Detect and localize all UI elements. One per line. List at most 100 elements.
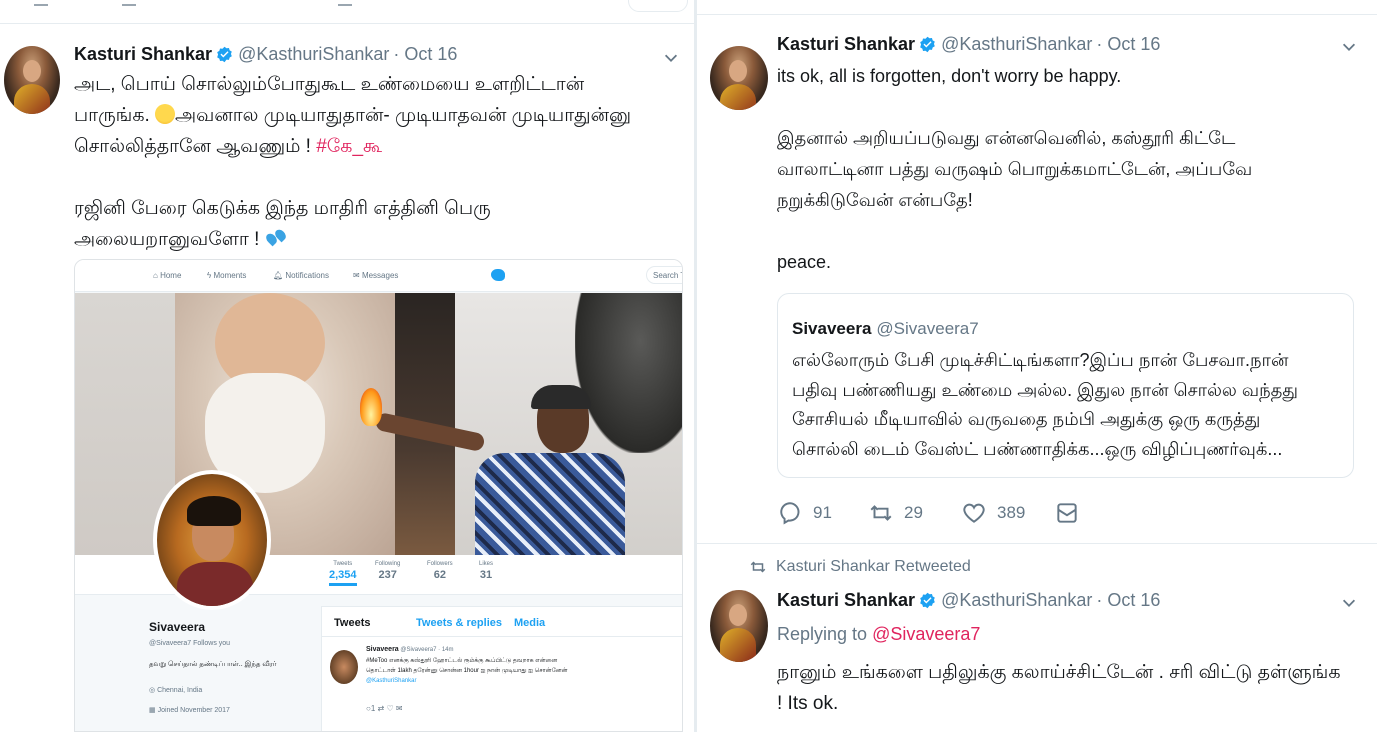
quoted-tweet-header: Sivaveera @Sivaveera7 <box>792 319 979 339</box>
author-name[interactable]: Kasturi Shankar <box>777 590 915 611</box>
quoted-author-handle: @Sivaveera7 <box>876 319 979 338</box>
verified-badge-icon <box>217 46 232 63</box>
embedded-feed: Tweets Tweets & replies Media Sivaveera … <box>321 606 682 731</box>
quoted-line: சொல்லி டைம் வேஸ்ட் பண்ணாதிக்க...ஒரு விழி… <box>792 438 1283 459</box>
author-name[interactable]: Kasturi Shankar <box>74 44 212 65</box>
replying-to: Replying to @Sivaveera7 <box>777 624 980 645</box>
embedded-tab-tweets: Tweets <box>334 617 371 629</box>
embedded-feed-actions: ○1 ⇄ ♡ ✉ <box>366 704 403 713</box>
top-bar-fragment <box>0 0 694 24</box>
tweet-text-fragment: அவனால முடியாதுதான்- முடியாதவன் முடியாதுன… <box>175 105 632 126</box>
tweet-line: peace. <box>777 252 832 272</box>
twitter-bird-icon <box>491 269 505 281</box>
tweet-line: ரஜினி பேரை கெடுக்க இந்த மாதிரி எத்தினி ப… <box>74 198 491 219</box>
retweet-count: 29 <box>904 503 923 522</box>
stat-followers: Followers 62 <box>427 561 453 581</box>
tweet-line: இதனால் அறியப்படுவது என்னவெனில், கஸ்தூரி … <box>777 128 1236 148</box>
tweet-line: its ok, all is forgotten, don't worry be… <box>777 66 1122 86</box>
tweet-line: சொல்லித்தானே ஆவணும் ! #கே_கூ <box>74 131 631 162</box>
embedded-nav-messages: ✉ Messages <box>353 271 399 280</box>
embedded-profile-avatar <box>153 470 271 610</box>
embedded-feed-tabs: Tweets Tweets & replies Media <box>322 607 682 637</box>
hashtag-link[interactable]: #கே_கூ <box>316 136 382 157</box>
follows-you-label: Follows you <box>193 640 231 647</box>
tweet-date[interactable]: · Oct 16 <box>1096 34 1160 55</box>
avatar[interactable] <box>710 46 768 110</box>
embedded-search-box: Search Tw <box>646 266 682 284</box>
retweeted-by-label[interactable]: Kasturi Shankar Retweeted <box>776 558 971 576</box>
tweet-line: அட, பொய் சொல்லும்போதுகூட உண்மையை உளறிட்ட… <box>74 74 585 95</box>
grinning-sweat-emoji-icon <box>155 104 176 124</box>
author-name[interactable]: Kasturi Shankar <box>777 34 915 55</box>
like-button[interactable]: 389 <box>961 500 1025 526</box>
reply-button[interactable]: 91 <box>777 500 832 526</box>
chevron-down-icon[interactable] <box>662 49 680 67</box>
verified-badge-icon <box>920 36 935 53</box>
embedded-feed-avatar <box>330 650 358 684</box>
tweet-text-fragment: அலையறானுவளோ ! <box>74 229 265 250</box>
embedded-nav-bar: ⌂ Home ϟ Moments 🔔︎ Notifications ✉ Mess… <box>75 260 682 292</box>
quoted-line: எல்லோரும் பேசி முடிச்சிட்டிங்களா?இப்ப நா… <box>792 350 1289 370</box>
retweet-icon <box>750 561 766 573</box>
sweat-droplets-emoji-icon <box>265 228 287 248</box>
tweet-body: நானும் உங்களை பதிலுக்கு கலாய்ச்சிட்டேன் … <box>777 657 1340 719</box>
home-icon[interactable] <box>34 0 48 6</box>
chevron-down-icon[interactable] <box>1340 594 1358 612</box>
stat-likes: Likes 31 <box>479 561 494 581</box>
embedded-feed-mention: @KasthuriShankar <box>366 678 417 684</box>
tweet-body: its ok, all is forgotten, don't worry be… <box>777 61 1252 278</box>
chevron-down-icon[interactable] <box>1340 38 1358 56</box>
embedded-profile-name: Sivaveera <box>149 620 206 634</box>
quoted-tweet-body: எல்லோரும் பேசி முடிச்சிட்டிங்களா?இப்ப நா… <box>792 346 1298 464</box>
search-input[interactable] <box>628 0 688 12</box>
tweet-line: அலையறானுவளோ ! <box>74 224 631 255</box>
envelope-icon <box>1057 503 1077 523</box>
right-tweet-panel: Kasturi Shankar @KasthuriShankar · Oct 1… <box>697 0 1377 732</box>
tweet-header: Kasturi Shankar @KasthuriShankar · Oct 1… <box>74 44 457 65</box>
retweet-context: Kasturi Shankar Retweeted <box>749 558 971 576</box>
embedded-tab-media: Media <box>514 617 546 629</box>
heart-icon <box>963 503 985 523</box>
avatar[interactable] <box>4 46 60 114</box>
tweet-media-image[interactable]: ⌂ Home ϟ Moments 🔔︎ Notifications ✉ Mess… <box>74 259 683 732</box>
quoted-tweet-card[interactable]: Sivaveera @Sivaveera7 எல்லோரும் பேசி முடி… <box>777 293 1354 478</box>
left-tweet-panel: Kasturi Shankar @KasthuriShankar · Oct 1… <box>0 0 694 732</box>
tweet-header: Kasturi Shankar @KasthuriShankar · Oct 1… <box>777 34 1160 55</box>
retweet-icon <box>870 505 892 521</box>
embedded-feed-text: #MeToo எனக்கு கஸ்தூரி ஹோட்டல் ரூம்க்கு க… <box>366 658 558 664</box>
tweet-date[interactable]: · Oct 16 <box>393 44 457 65</box>
embedded-feed-name: Sivaveera <box>366 646 399 653</box>
replying-to-link[interactable]: @Sivaveera7 <box>872 624 980 644</box>
direct-message-button[interactable] <box>1054 500 1090 526</box>
embedded-joined: ▦ Joined November 2017 <box>149 707 230 714</box>
notifications-icon[interactable] <box>338 0 352 6</box>
embedded-nav-home: ⌂ Home <box>153 271 182 280</box>
like-count: 389 <box>997 503 1026 522</box>
tweet-date[interactable]: · Oct 16 <box>1096 590 1160 611</box>
stat-following: Following 237 <box>375 561 401 581</box>
embedded-feed-tweet: Sivaveera @Sivaveera7 · 14m #MeToo எனக்க… <box>322 638 682 731</box>
retweet-button[interactable]: 29 <box>868 500 923 526</box>
tweet-line: ! Its ok. <box>777 693 839 714</box>
top-divider <box>697 14 1377 15</box>
tweet-line: வாலாட்டினா பத்து வருஷம் பொறுக்கமாட்டேன்,… <box>777 159 1253 179</box>
embedded-profile-bio: தவறு செய்தால் தண்டிப்பாள்.. இந்த வீரர் <box>149 661 277 668</box>
verified-badge-icon <box>920 592 935 609</box>
author-handle[interactable]: @KasthuriShankar <box>238 44 389 65</box>
embedded-location: ◎ Chennai, India <box>149 687 203 694</box>
author-handle[interactable]: @KasthuriShankar <box>941 34 1092 55</box>
tweet-actions: 91 29 389 <box>777 500 1107 530</box>
stat-tweets: Tweets 2,354 <box>329 561 357 586</box>
quoted-author-name: Sivaveera <box>792 319 872 338</box>
quoted-line: பதிவு பண்ணியது உண்மை அல்ல. இதுல நான் சொல… <box>792 379 1298 400</box>
quoted-line: சோசியல் மீடியாவில் வருவதை நம்பி அதுக்கு … <box>792 409 1261 429</box>
tweet-header: Kasturi Shankar @KasthuriShankar · Oct 1… <box>777 590 1160 611</box>
moments-icon[interactable] <box>122 0 136 6</box>
reply-icon <box>780 502 800 525</box>
embedded-tab-replies: Tweets & replies <box>416 617 502 629</box>
author-handle[interactable]: @KasthuriShankar <box>941 590 1092 611</box>
avatar[interactable] <box>710 590 768 662</box>
tweet-text-fragment: பாருங்க. <box>74 105 150 126</box>
tweet-body: அட, பொய் சொல்லும்போதுகூட உண்மையை உளறிட்ட… <box>74 69 631 255</box>
reply-count: 91 <box>813 503 832 522</box>
